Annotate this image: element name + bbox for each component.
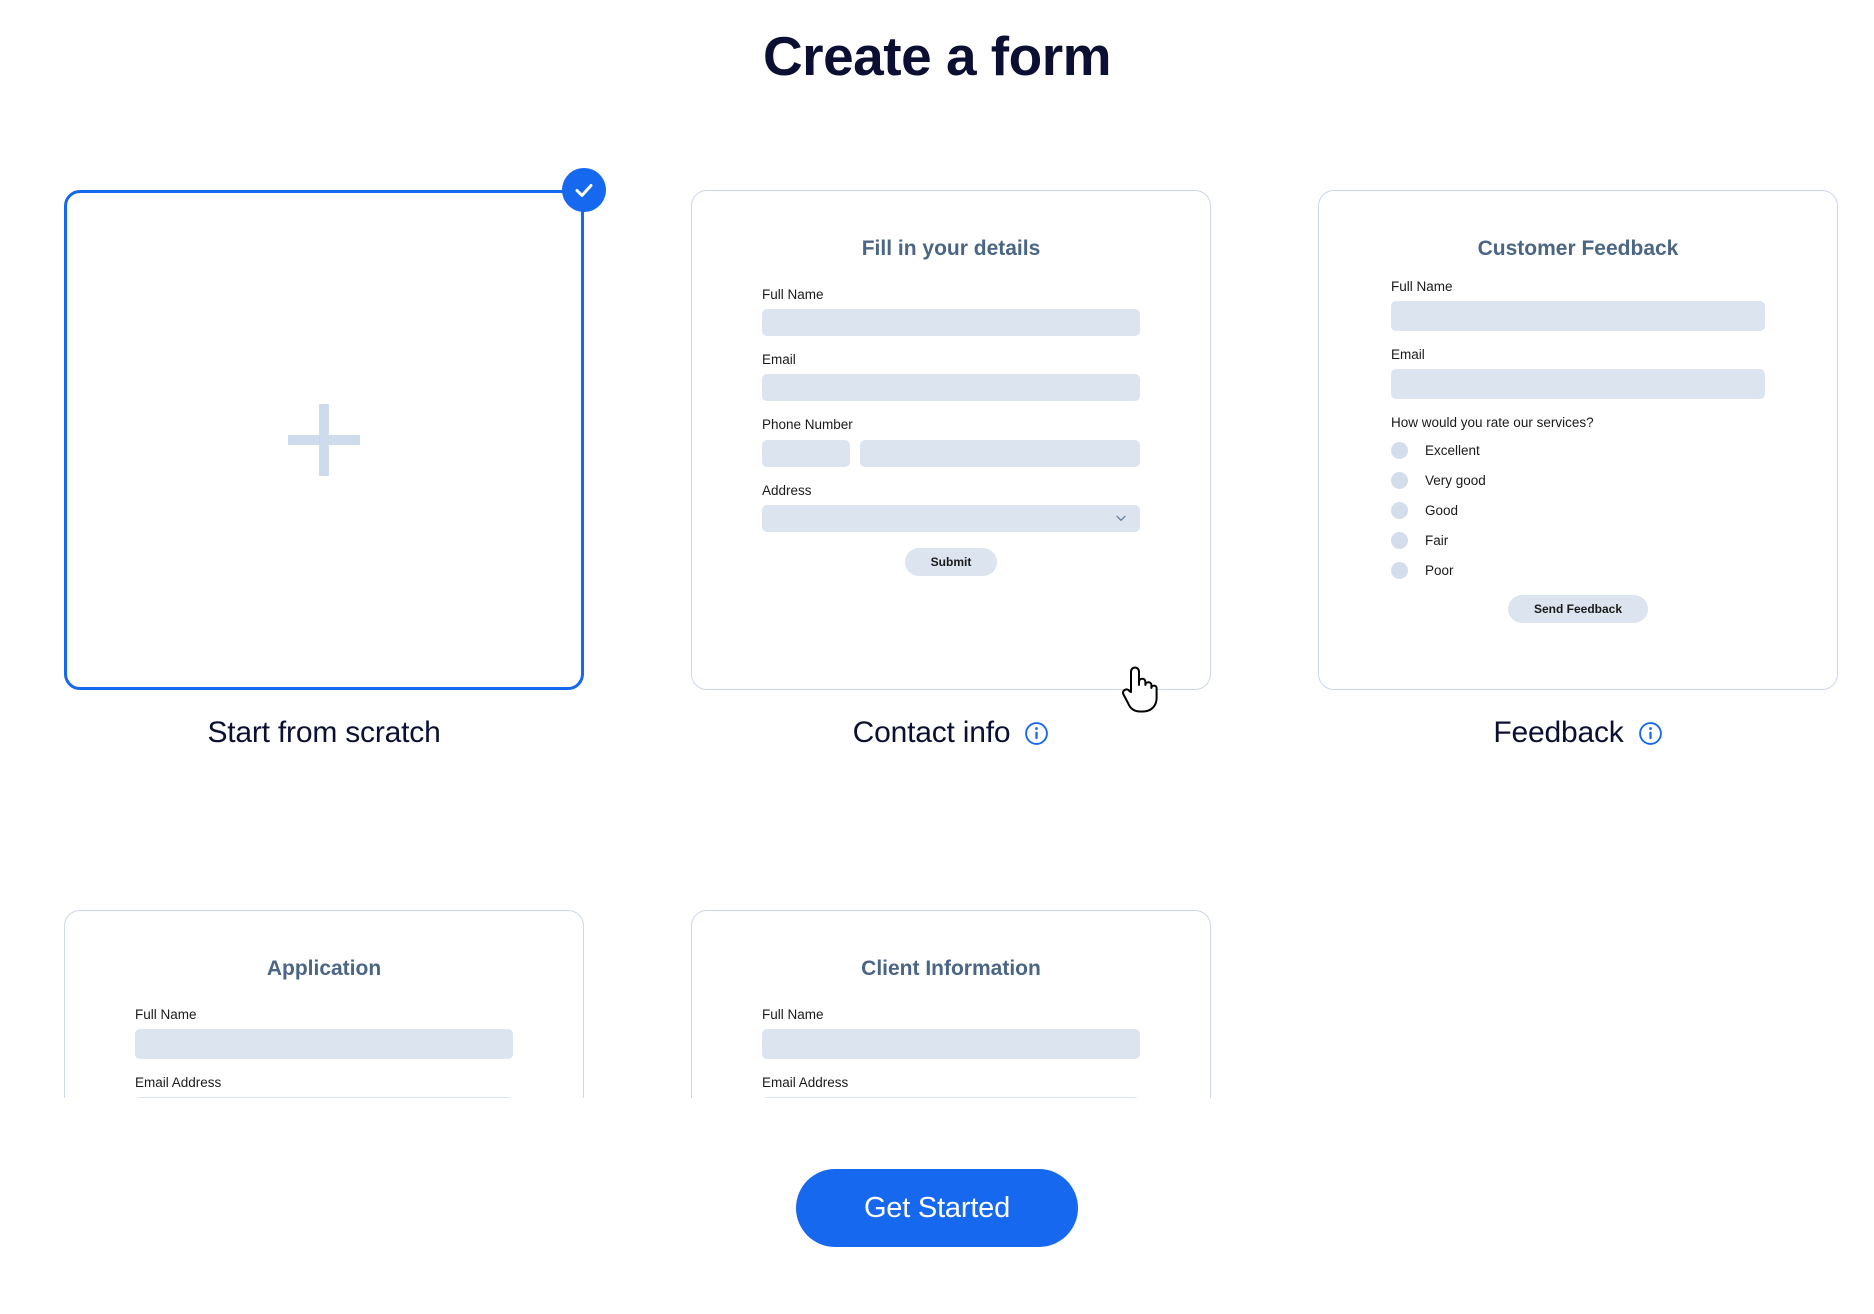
info-icon[interactable]	[1024, 721, 1049, 746]
template-card-feedback[interactable]: Customer Feedback Full Name Email How wo…	[1318, 190, 1838, 690]
template-caption-label: Feedback	[1493, 716, 1624, 749]
template-row-1: Start from scratch Fill in your details …	[0, 168, 1874, 750]
preview-title: Fill in your details	[861, 237, 1041, 260]
field-input-full-name[interactable]	[135, 1029, 513, 1060]
plus-icon	[288, 404, 360, 476]
field-input-full-name[interactable]	[1391, 301, 1765, 332]
field-input-full-name[interactable]	[762, 1029, 1140, 1060]
radio-icon	[1391, 562, 1408, 580]
preview-submit-button[interactable]: Submit	[904, 547, 998, 576]
create-form-page: Create a form Start from scratch Fill in…	[0, 0, 1874, 1314]
field-label-full-name: Full Name	[1391, 279, 1453, 294]
template-tile-scratch[interactable]: Start from scratch	[64, 168, 606, 750]
phone-country-code-input[interactable]	[762, 439, 850, 467]
template-gallery: Start from scratch Fill in your details …	[0, 140, 1874, 1098]
radio-option-excellent[interactable]: Excellent	[1391, 442, 1765, 460]
radio-option-label: Excellent	[1425, 443, 1480, 459]
radio-option-label: Fair	[1425, 533, 1449, 549]
field-label-full-name: Full Name	[762, 1007, 824, 1022]
preview-send-feedback-row: Send Feedback	[1391, 595, 1765, 624]
radio-icon	[1391, 532, 1408, 550]
radio-icon	[1391, 442, 1408, 460]
template-tile-feedback[interactable]: Customer Feedback Full Name Email How wo…	[1318, 190, 1838, 750]
template-tile-client-information[interactable]: Client Information Full Name Email Addre…	[691, 910, 1211, 1098]
field-input-email[interactable]	[762, 374, 1140, 402]
template-caption-feedback: Feedback	[1318, 716, 1838, 750]
preview-send-feedback-button[interactable]: Send Feedback	[1507, 595, 1649, 624]
application-preview: Application Full Name Email Address How …	[65, 911, 583, 1098]
check-icon	[575, 184, 593, 197]
field-input-email[interactable]	[1391, 369, 1765, 400]
radio-option-label: Poor	[1425, 563, 1454, 579]
preview-title: Client Information	[861, 957, 1041, 980]
footer-bar: Get Started	[0, 1098, 1874, 1314]
template-tile-empty-slot	[1318, 910, 1838, 1098]
field-label-email-address: Email Address	[762, 1075, 849, 1091]
field-label-full-name: Full Name	[135, 1007, 197, 1022]
info-icon[interactable]	[1638, 721, 1663, 746]
radio-icon	[1391, 502, 1408, 520]
page-title: Create a form	[762, 25, 1112, 87]
field-select-address[interactable]	[762, 504, 1140, 532]
radio-option-very-good[interactable]: Very good	[1391, 472, 1765, 490]
template-card-contact-info[interactable]: Fill in your details Full Name Email Pho…	[691, 190, 1211, 690]
feedback-preview: Customer Feedback Full Name Email How wo…	[1319, 191, 1837, 624]
contact-info-preview: Fill in your details Full Name Email Pho…	[692, 191, 1210, 576]
template-caption-contact-info: Contact info	[691, 716, 1211, 750]
field-input-phone-number[interactable]	[762, 439, 1140, 467]
field-label-email: Email	[762, 352, 796, 368]
template-gallery-scroll-area[interactable]: Start from scratch Fill in your details …	[0, 140, 1874, 1098]
field-input-full-name[interactable]	[762, 309, 1140, 337]
phone-number-input[interactable]	[860, 439, 1140, 467]
template-card-client-information[interactable]: Client Information Full Name Email Addre…	[691, 910, 1211, 1098]
field-label-full-name: Full Name	[762, 287, 824, 302]
template-tile-application[interactable]: Application Full Name Email Address How …	[64, 910, 584, 1098]
radio-option-poor[interactable]: Poor	[1391, 562, 1765, 580]
template-card-scratch[interactable]	[64, 190, 584, 690]
radio-icon	[1391, 472, 1408, 490]
preview-submit-row: Submit	[762, 547, 1140, 576]
radio-option-label: Good	[1425, 503, 1459, 519]
chevron-down-icon	[1116, 515, 1126, 522]
client-information-preview: Client Information Full Name Email Addre…	[692, 911, 1210, 1098]
template-caption-scratch: Start from scratch	[64, 716, 584, 750]
scratch-card-body	[67, 193, 581, 687]
radio-option-good[interactable]: Good	[1391, 502, 1765, 520]
preview-title: Customer Feedback	[1477, 237, 1679, 260]
field-label-address: Address	[762, 482, 812, 498]
template-caption-label: Contact info	[852, 716, 1011, 749]
template-card-application[interactable]: Application Full Name Email Address How …	[64, 910, 584, 1098]
preview-title: Application	[266, 957, 382, 980]
rating-question-label: How would you rate our services?	[1391, 415, 1594, 431]
field-label-phone-number: Phone Number	[762, 417, 853, 433]
radio-option-label: Very good	[1425, 473, 1486, 489]
radio-option-fair[interactable]: Fair	[1391, 532, 1765, 550]
template-caption-label: Start from scratch	[207, 716, 441, 749]
template-row-2: Application Full Name Email Address How …	[0, 910, 1874, 1098]
get-started-button[interactable]: Get Started	[795, 1169, 1079, 1247]
template-tile-contact-info[interactable]: Fill in your details Full Name Email Pho…	[691, 190, 1211, 750]
field-label-email: Email	[1391, 347, 1425, 363]
field-label-email-address: Email Address	[135, 1075, 222, 1091]
selected-check-badge	[562, 168, 606, 212]
